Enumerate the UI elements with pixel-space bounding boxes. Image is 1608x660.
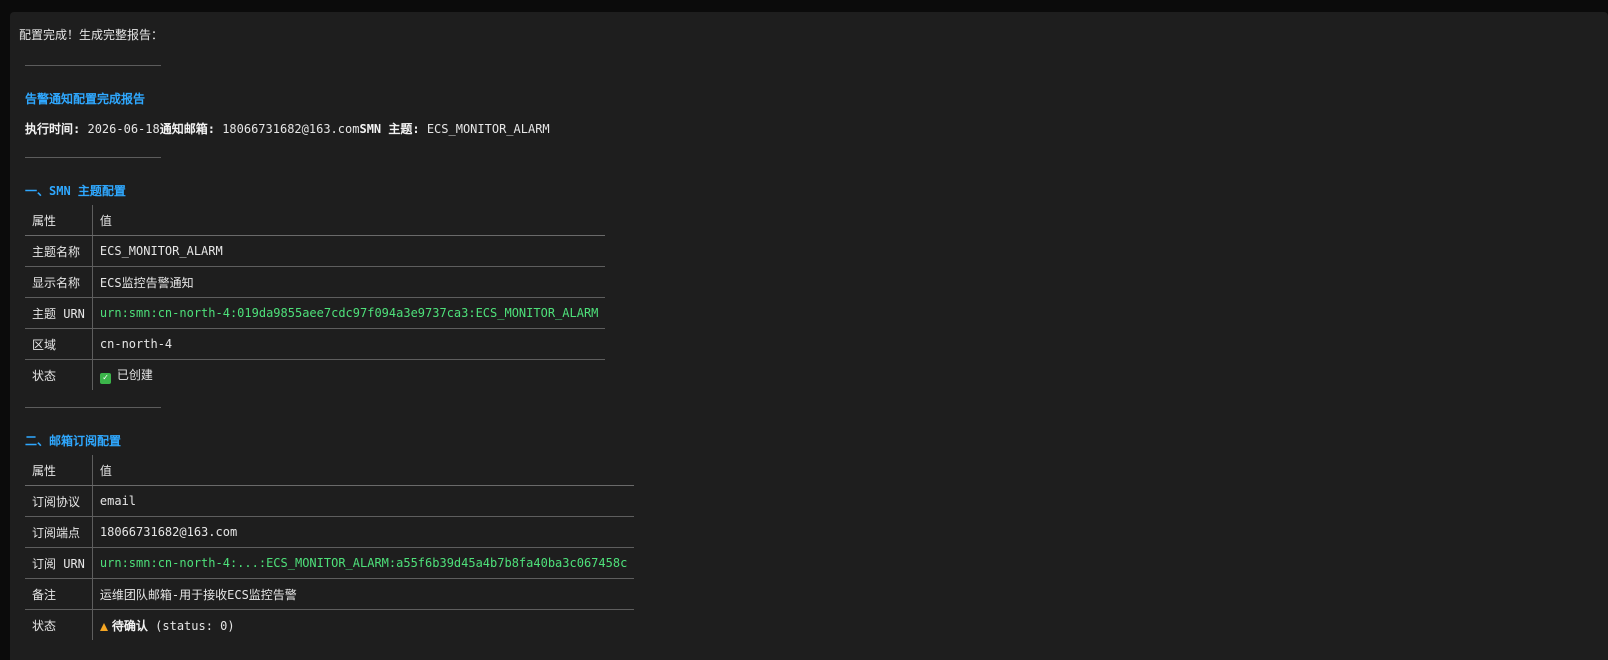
row-key: 订阅 URN: [25, 547, 93, 579]
exec-time-label: 执行时间: [25, 122, 74, 136]
row-value: 18066731682@163.com: [92, 516, 635, 548]
report-title: 告警通知配置完成报告: [25, 92, 146, 106]
divider: [25, 407, 161, 408]
topic-label: SMN 主题: [359, 122, 413, 136]
row-key: 状态: [25, 359, 93, 390]
section-title-smn: 一、SMN 主题配置: [25, 184, 126, 198]
divider: [25, 65, 161, 66]
row-key: 订阅协议: [25, 485, 93, 517]
status-code: (status: 0): [155, 618, 235, 633]
table-row: 订阅 URN urn:smn:cn-north-4:...:ECS_MONITO…: [25, 547, 635, 579]
row-key: 备注: [25, 578, 93, 610]
row-value: 运维团队邮箱-用于接收ECS监控告警: [92, 578, 635, 610]
row-key: 主题名称: [25, 235, 93, 267]
header-key: 属性: [25, 205, 93, 236]
table-header-row: 属性 值: [25, 455, 635, 486]
warning-icon: [99, 622, 108, 631]
report-panel: 配置完成！生成完整报告： 告警通知配置完成报告 执行时间: 2026-06-18…: [10, 12, 1608, 660]
row-value: email: [92, 485, 635, 517]
row-value: cn-north-4: [92, 328, 606, 360]
row-value: ECS_MONITOR_ALARM: [92, 235, 606, 267]
header-value: 值: [92, 455, 635, 486]
row-key: 显示名称: [25, 266, 93, 298]
topic-urn-value: urn:smn:cn-north-4:019da9855aee7cdc97f09…: [92, 297, 606, 329]
table-row: 订阅端点 18066731682@163.com: [25, 516, 635, 548]
table-row: 订阅协议 email: [25, 485, 635, 517]
row-key: 订阅端点: [25, 516, 93, 548]
section-title-email: 二、邮箱订阅配置: [25, 434, 122, 448]
topic-value: ECS_MONITOR_ALARM: [426, 122, 550, 136]
table-row: 状态 ✓ 已创建: [25, 359, 605, 391]
row-key: 状态: [25, 609, 93, 640]
smn-topic-table: 属性 值 主题名称 ECS_MONITOR_ALARM 显示名称 ECS监控告警…: [25, 205, 606, 391]
table-row: 主题 URN urn:smn:cn-north-4:019da9855aee7c…: [25, 297, 606, 329]
exec-time-value: 2026-06-18: [87, 122, 160, 136]
email-subscription-table: 属性 值 订阅协议 email 订阅端点 18066731682@163.com…: [25, 455, 635, 641]
table-row: 主题名称 ECS_MONITOR_ALARM: [25, 235, 606, 267]
table-row: 状态 待确认 (status: 0): [25, 609, 634, 641]
status-cell: ✓ 已创建: [92, 360, 605, 391]
row-key: 区域: [25, 328, 93, 360]
header-value: 值: [92, 205, 606, 236]
divider: [25, 157, 161, 158]
table-row: 备注 运维团队邮箱-用于接收ECS监控告警: [25, 578, 635, 610]
status-value: 已创建: [116, 368, 153, 382]
table-row: 区域 cn-north-4: [25, 328, 606, 360]
status-value: 待确认: [111, 618, 148, 633]
table-header-row: 属性 值: [25, 205, 606, 236]
status-cell: 待确认 (status: 0): [92, 610, 634, 641]
subscription-urn-value: urn:smn:cn-north-4:...:ECS_MONITOR_ALARM…: [92, 547, 635, 579]
header-key: 属性: [25, 455, 93, 486]
email-label: 通知邮箱: [159, 122, 208, 136]
report-meta: 执行时间: 2026-06-18通知邮箱: 18066731682@163.co…: [25, 122, 550, 136]
row-value: ECS监控告警通知: [92, 266, 606, 298]
check-icon: ✓: [99, 373, 111, 384]
email-value: 18066731682@163.com: [222, 122, 360, 136]
row-key: 主题 URN: [25, 297, 93, 329]
intro-text: 配置完成！生成完整报告：: [19, 28, 164, 42]
table-row: 显示名称 ECS监控告警通知: [25, 266, 606, 298]
